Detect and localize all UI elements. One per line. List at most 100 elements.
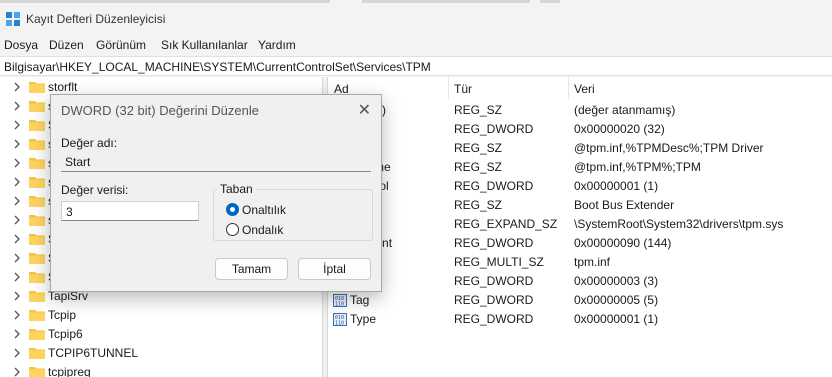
value-name-field: Start bbox=[61, 152, 371, 172]
chevron-right-icon[interactable] bbox=[12, 290, 22, 302]
tree-item-label: Tcpip bbox=[48, 308, 77, 322]
menu-favorites[interactable]: Sık Kullanılanlar bbox=[161, 38, 248, 52]
value-row[interactable]: abePathREG_EXPAND_SZ\SystemRoot\System32… bbox=[328, 215, 832, 234]
value-row[interactable]: abREG_SZBoot Bus Extender bbox=[328, 196, 832, 215]
folder-icon bbox=[29, 82, 45, 93]
tree-item[interactable]: TCPIP6TUNNEL bbox=[12, 344, 312, 363]
column-divider bbox=[568, 77, 569, 99]
folder-icon bbox=[29, 120, 45, 131]
chevron-right-icon[interactable] bbox=[12, 195, 22, 207]
value-data: 0x00000001 (1) bbox=[574, 179, 659, 193]
folder-icon bbox=[29, 310, 45, 321]
chevron-right-icon[interactable] bbox=[12, 157, 22, 169]
chevron-right-icon[interactable] bbox=[12, 176, 22, 188]
tree-item-label: storflt bbox=[48, 80, 78, 94]
folder-icon bbox=[29, 234, 45, 245]
value-list[interactable]: Ad Tür Veri abayılan)REG_SZ(değer atanma… bbox=[328, 77, 832, 377]
close-icon[interactable]: ✕ bbox=[358, 100, 371, 120]
value-data: tpm.inf bbox=[574, 255, 611, 269]
tree-item[interactable]: Tcpip bbox=[12, 306, 312, 325]
tree-item-label: Tcpip6 bbox=[48, 327, 83, 341]
tree-item[interactable]: tcpipreg bbox=[12, 363, 312, 377]
menu-bar: Dosya Düzen Görünüm Sık Kullanılanlar Ya… bbox=[0, 36, 832, 56]
folder-icon bbox=[29, 329, 45, 340]
chevron-right-icon[interactable] bbox=[12, 138, 22, 150]
radio-decimal-label[interactable]: Ondalık bbox=[242, 223, 283, 237]
menu-file[interactable]: Dosya bbox=[4, 38, 38, 52]
address-bar[interactable]: Bilgisayar\HKEY_LOCAL_MACHINE\SYSTEM\Cur… bbox=[0, 56, 832, 76]
value-type: REG_DWORD bbox=[454, 293, 534, 307]
value-data: 0x00000005 (5) bbox=[574, 293, 659, 307]
svg-text:110: 110 bbox=[335, 302, 344, 308]
column-type[interactable]: Tür bbox=[454, 82, 472, 96]
value-row[interactable]: 010110lagsREG_DWORD0x00000020 (32) bbox=[328, 120, 832, 139]
value-row[interactable]: 010110ControlREG_DWORD0x00000001 (1) bbox=[328, 177, 832, 196]
column-divider bbox=[448, 77, 449, 99]
value-row[interactable]: ablyNameREG_SZ@tpm.inf,%TPM%;TPM bbox=[328, 158, 832, 177]
address-path: Bilgisayar\HKEY_LOCAL_MACHINE\SYSTEM\Cur… bbox=[4, 60, 431, 74]
value-row[interactable]: abayılan)REG_SZ(değer atanmamış) bbox=[328, 101, 832, 120]
folder-icon bbox=[29, 139, 45, 150]
value-name-label: Değer adı: bbox=[61, 136, 118, 150]
chevron-right-icon[interactable] bbox=[12, 309, 22, 321]
value-row[interactable]: 010 110 Tag REG_DWORD 0x00000005 (5) bbox=[328, 291, 832, 310]
value-data: (değer atanmamış) bbox=[574, 103, 676, 117]
cancel-button[interactable]: İptal bbox=[298, 258, 371, 280]
value-row[interactable]: abrsREG_MULTI_SZtpm.inf bbox=[328, 253, 832, 272]
value-type: REG_DWORD bbox=[454, 179, 534, 193]
folder-icon bbox=[29, 215, 45, 226]
value-type: REG_DWORD bbox=[454, 312, 534, 326]
value-name-text: Start bbox=[65, 155, 91, 169]
value-type: REG_DWORD bbox=[454, 236, 534, 250]
top-strip bbox=[540, 0, 560, 3]
chevron-right-icon[interactable] bbox=[12, 366, 22, 377]
value-type: REG_SZ bbox=[454, 103, 503, 117]
value-name: Tag bbox=[350, 293, 370, 307]
registry-icon bbox=[6, 12, 20, 26]
tree-item[interactable]: Tcpip6 bbox=[12, 325, 312, 344]
value-data: \SystemRoot\System32\drivers\tpm.sys bbox=[574, 217, 784, 231]
window-title: Kayıt Defteri Düzenleyicisi bbox=[26, 12, 166, 26]
menu-edit[interactable]: Düzen bbox=[49, 38, 84, 52]
chevron-right-icon[interactable] bbox=[12, 119, 22, 131]
chevron-right-icon[interactable] bbox=[12, 328, 22, 340]
chevron-right-icon[interactable] bbox=[12, 347, 22, 359]
value-type: REG_MULTI_SZ bbox=[454, 255, 544, 269]
radio-hex[interactable] bbox=[226, 203, 239, 216]
menu-view[interactable]: Görünüm bbox=[96, 38, 146, 52]
value-data-input[interactable]: 3 bbox=[61, 201, 199, 221]
value-data: 0x00000020 (32) bbox=[574, 122, 665, 136]
value-data-label: Değer verisi: bbox=[61, 183, 129, 197]
ok-button[interactable]: Tamam bbox=[215, 258, 288, 280]
value-row[interactable]: 010 110 Type REG_DWORD 0x00000001 (1) bbox=[328, 310, 832, 329]
value-row[interactable]: 010110REG_DWORD0x00000003 (3) bbox=[328, 272, 832, 291]
chevron-right-icon[interactable] bbox=[12, 271, 22, 283]
chevron-right-icon[interactable] bbox=[12, 214, 22, 226]
chevron-right-icon[interactable] bbox=[12, 252, 22, 264]
value-row[interactable]: 010110otCountREG_DWORD0x00000090 (144) bbox=[328, 234, 832, 253]
tree-item-label: tcpipreg bbox=[48, 365, 91, 377]
folder-icon bbox=[29, 101, 45, 112]
value-data-text: 3 bbox=[66, 205, 73, 219]
dialog-title: DWORD (32 bit) Değerini Düzenle bbox=[61, 103, 259, 118]
top-strip bbox=[362, 0, 530, 3]
chevron-right-icon[interactable] bbox=[12, 100, 22, 112]
folder-icon bbox=[29, 272, 45, 283]
folder-icon bbox=[29, 158, 45, 169]
radio-hex-label[interactable]: Onaltılık bbox=[242, 203, 286, 217]
radio-decimal[interactable] bbox=[226, 223, 239, 236]
value-data: Boot Bus Extender bbox=[574, 198, 675, 212]
column-data[interactable]: Veri bbox=[574, 82, 595, 96]
title-bar: Kayıt Defteri Düzenleyicisi bbox=[0, 0, 832, 36]
value-data: 0x00000090 (144) bbox=[574, 236, 672, 250]
chevron-right-icon[interactable] bbox=[12, 233, 22, 245]
value-row[interactable]: abptionREG_SZ@tpm.inf,%TPMDesc%;TPM Driv… bbox=[328, 139, 832, 158]
binary-value-icon: 010110 bbox=[333, 294, 347, 307]
top-strip bbox=[0, 0, 330, 3]
value-data: 0x00000001 (1) bbox=[574, 312, 659, 326]
menu-help[interactable]: Yardım bbox=[258, 38, 296, 52]
chevron-right-icon[interactable] bbox=[12, 81, 22, 93]
edit-dword-dialog: DWORD (32 bit) Değerini Düzenle ✕ Değer … bbox=[50, 94, 382, 292]
base-label: Taban bbox=[217, 182, 256, 196]
value-data: @tpm.inf,%TPMDesc%;TPM Driver bbox=[574, 141, 764, 155]
